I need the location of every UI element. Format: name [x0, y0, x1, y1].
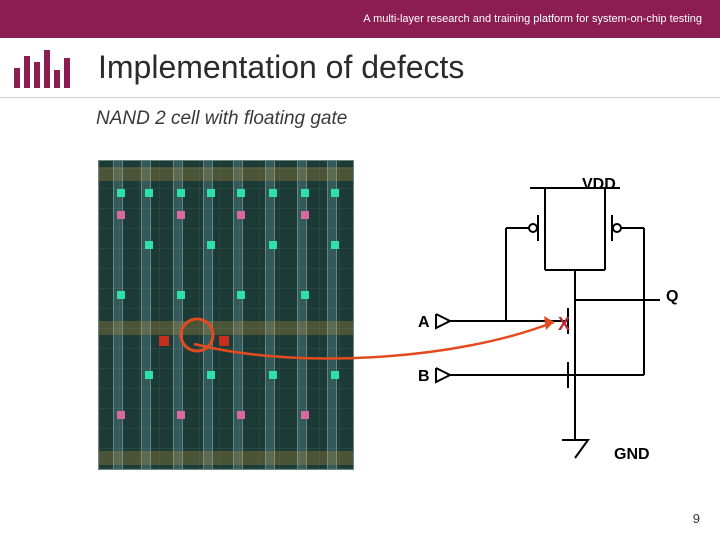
label-q: Q: [666, 288, 678, 306]
header-subtitle: A multi-layer research and training plat…: [363, 13, 702, 25]
slide-subtitle: NAND 2 cell with floating gate: [96, 108, 347, 130]
title-area: Implementation of defects: [0, 38, 720, 98]
label-a: A: [418, 314, 430, 332]
label-vdd: VDD: [582, 176, 616, 194]
page-number: 9: [693, 511, 700, 526]
defect-x-mark: X: [558, 314, 570, 335]
slide-title: Implementation of defects: [98, 49, 464, 86]
header-banner: A multi-layer research and training plat…: [0, 0, 720, 38]
schematic: VDD Q A B GND X: [410, 170, 710, 470]
slide: A multi-layer research and training plat…: [0, 0, 720, 540]
chip-layout-image: [98, 160, 354, 470]
label-b: B: [418, 368, 430, 386]
label-gnd: GND: [614, 446, 650, 464]
logo-bars-icon: [8, 48, 92, 88]
defect-highlight-circle-icon: [99, 161, 354, 470]
